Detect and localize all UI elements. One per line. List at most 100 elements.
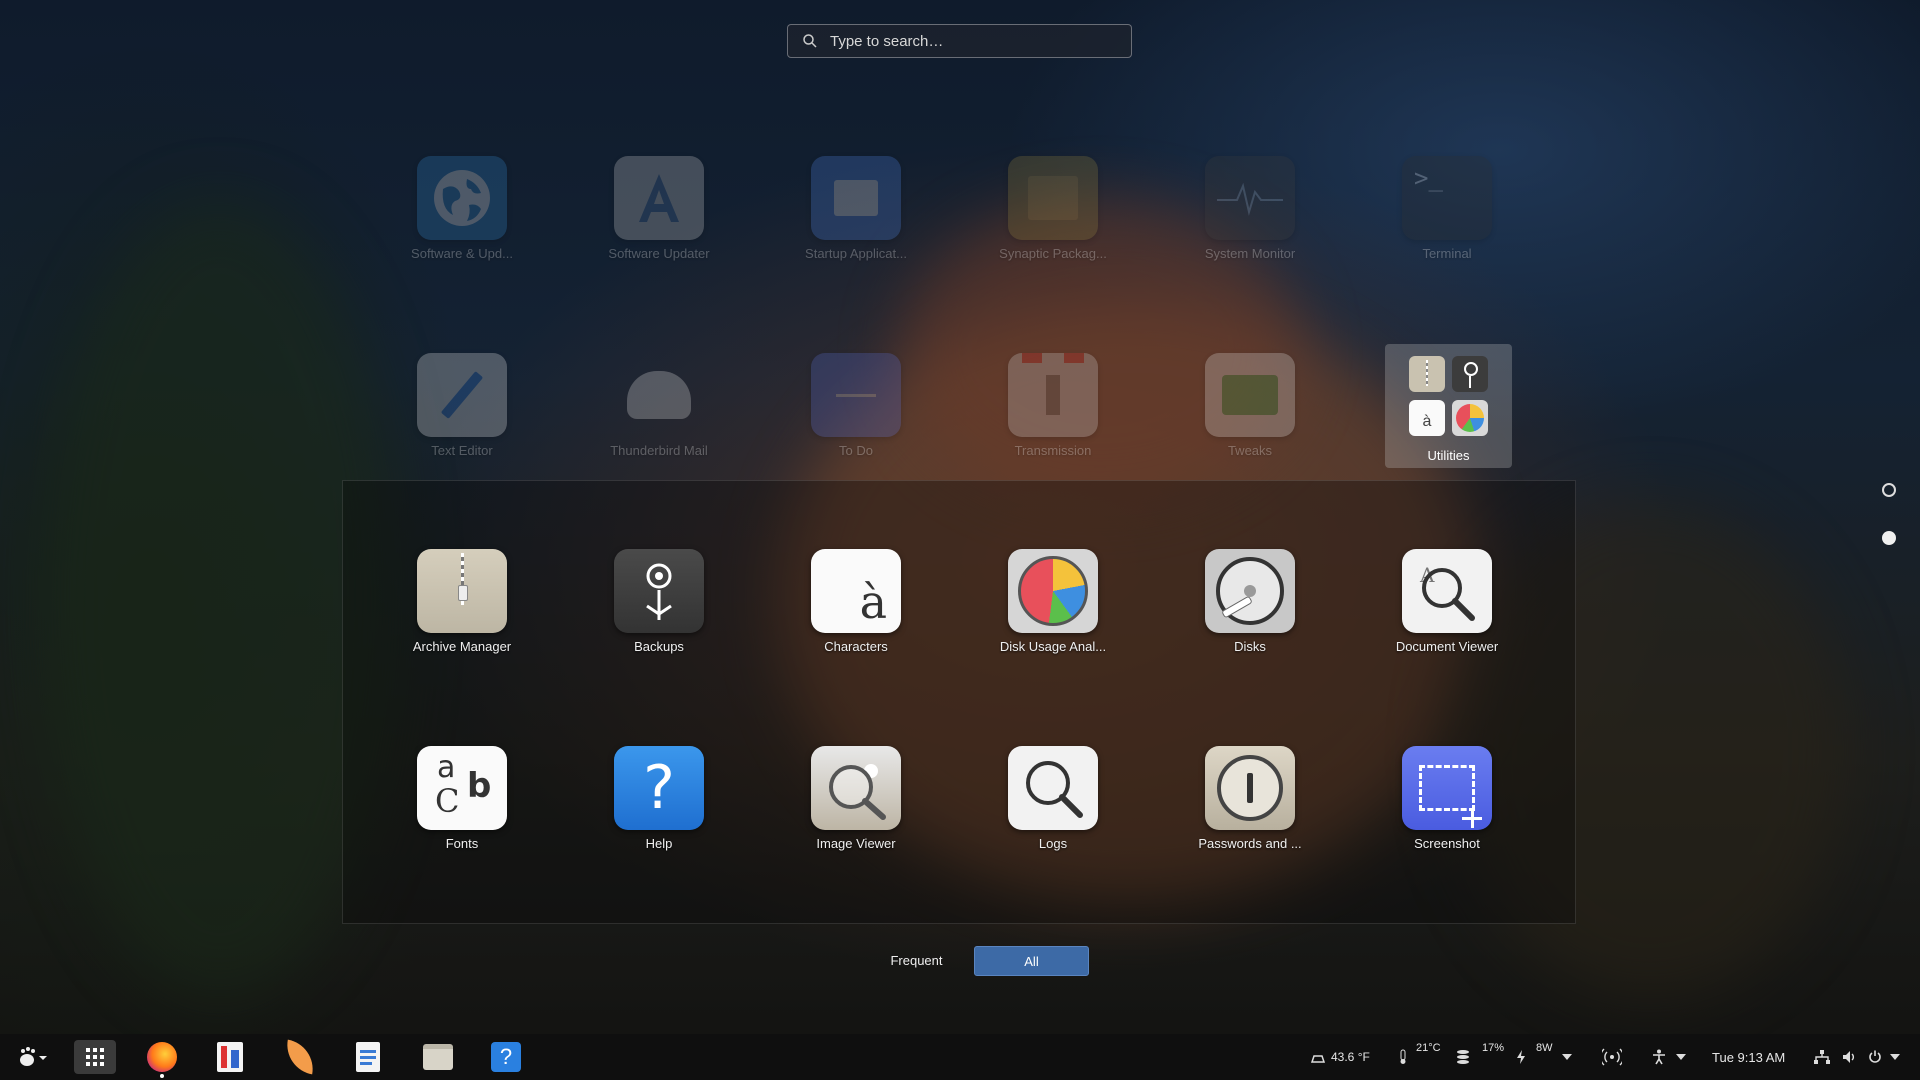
taskbar: ? 43.6 °F 21°C 17% 8W Tue 9:13 AM: [0, 1034, 1920, 1080]
app-terminal[interactable]: >_ Terminal: [1372, 156, 1522, 261]
archive-manager-icon: [1409, 356, 1445, 392]
backups-icon: [614, 549, 704, 633]
files-launcher[interactable]: [416, 1034, 460, 1080]
app-thunderbird[interactable]: Thunderbird Mail: [584, 353, 734, 458]
app-label: Logs: [1038, 836, 1068, 851]
app-tweaks[interactable]: Tweaks: [1175, 353, 1325, 458]
utilities-folder-popup: [342, 480, 1576, 924]
view-switcher: Frequent All: [859, 946, 1089, 976]
app-label: Synaptic Packag...: [999, 246, 1107, 261]
app-archive-manager[interactable]: Archive Manager: [387, 549, 537, 654]
page-dot-2[interactable]: [1882, 531, 1896, 545]
app-passwords[interactable]: Passwords and ...: [1175, 746, 1325, 851]
frequent-tab[interactable]: Frequent: [859, 946, 974, 976]
temperature-indicator[interactable]: 21°C: [1398, 1034, 1441, 1080]
fonts-icon: a C b: [417, 746, 507, 830]
fonts-glyph-c: C: [435, 782, 460, 820]
app-software-updates[interactable]: Software & Upd...: [387, 156, 537, 261]
app-document-viewer[interactable]: A Document Viewer: [1372, 549, 1522, 654]
disk-usage-icon: [1008, 549, 1098, 633]
utilities-folder[interactable]: à Utilities: [1385, 344, 1512, 468]
app-label: Text Editor: [431, 443, 493, 458]
accessibility-menu[interactable]: [1652, 1034, 1686, 1080]
app-software-updater[interactable]: Software Updater: [584, 156, 734, 261]
clock[interactable]: Tue 9:13 AM: [1712, 1034, 1785, 1080]
power-indicator[interactable]: 8W: [1516, 1034, 1553, 1080]
activities-menu[interactable]: [10, 1034, 54, 1080]
memory-icon: [1457, 1050, 1469, 1064]
app-label: Software Updater: [608, 246, 710, 261]
all-tab[interactable]: All: [974, 946, 1089, 976]
thunderbird-icon: [614, 353, 704, 437]
libreoffice-launcher[interactable]: [208, 1034, 252, 1080]
help-icon: ?: [491, 1042, 521, 1072]
app-system-monitor[interactable]: System Monitor: [1175, 156, 1325, 261]
app-label: Help: [645, 836, 673, 851]
search-box[interactable]: [787, 24, 1132, 58]
app-label: Screenshot: [1414, 836, 1480, 851]
globe-icon: [417, 156, 507, 240]
thermometer-icon: [1400, 1049, 1406, 1064]
app-startup-applications[interactable]: Startup Applicat...: [781, 156, 931, 261]
app-synaptic[interactable]: Synaptic Packag...: [978, 156, 1128, 261]
app-disk-usage-analyzer[interactable]: Disk Usage Anal...: [978, 549, 1128, 654]
app-label: Characters: [824, 639, 888, 654]
characters-icon: à: [1409, 400, 1445, 436]
weather-indicator[interactable]: 43.6 °F: [1310, 1034, 1370, 1080]
app-todo[interactable]: To Do: [781, 353, 931, 458]
power-text: 8W: [1536, 1042, 1553, 1054]
app-transmission[interactable]: Transmission: [978, 353, 1128, 458]
passwords-icon: [1205, 746, 1295, 830]
app-backups[interactable]: Backups: [584, 549, 734, 654]
software-updater-icon: [614, 156, 704, 240]
document-icon: [356, 1042, 380, 1072]
app-disks[interactable]: Disks: [1175, 549, 1325, 654]
memory-indicator[interactable]: 17%: [1456, 1034, 1504, 1080]
logs-icon: [1008, 746, 1098, 830]
app-label: Image Viewer: [816, 836, 896, 851]
todo-icon: [811, 353, 901, 437]
gnome-shell-extension-launcher[interactable]: [278, 1034, 322, 1080]
app-help[interactable]: ? Help: [584, 746, 734, 851]
app-image-viewer[interactable]: Image Viewer: [781, 746, 931, 851]
weather-text: 43.6 °F: [1331, 1050, 1370, 1064]
system-menu[interactable]: [1814, 1034, 1900, 1080]
lightning-icon: [1517, 1050, 1525, 1064]
fonts-glyph-b: b: [467, 766, 492, 806]
network-signal-indicator[interactable]: [1602, 1034, 1622, 1080]
app-logs[interactable]: Logs: [978, 746, 1128, 851]
image-viewer-icon: [811, 746, 901, 830]
page-dot-1[interactable]: [1882, 483, 1896, 497]
firefox-launcher[interactable]: [140, 1034, 184, 1080]
help-launcher[interactable]: ?: [484, 1034, 528, 1080]
weather-icon: [1310, 1055, 1326, 1063]
show-apps-button[interactable]: [74, 1040, 116, 1074]
text-editor-launcher[interactable]: [346, 1034, 390, 1080]
screenshot-icon: [1402, 746, 1492, 830]
app-label: Disks: [1234, 639, 1266, 654]
chevron-down-icon: [1676, 1054, 1686, 1060]
archive-manager-icon: [417, 549, 507, 633]
app-label: Tweaks: [1227, 443, 1273, 458]
app-text-editor[interactable]: Text Editor: [387, 353, 537, 458]
app-fonts[interactable]: a C b Fonts: [387, 746, 537, 851]
chevron-down-icon: [1562, 1054, 1572, 1060]
app-label: Terminal: [1422, 246, 1472, 261]
app-screenshot[interactable]: Screenshot: [1372, 746, 1522, 851]
text-editor-icon: [417, 353, 507, 437]
tweaks-icon: [1205, 353, 1295, 437]
office-icon: [217, 1042, 243, 1072]
search-input[interactable]: [828, 31, 1112, 51]
indicator-dropdown[interactable]: [1562, 1034, 1572, 1080]
volume-icon: [1843, 1051, 1854, 1063]
backups-icon: [1452, 356, 1488, 392]
app-label: Backups: [634, 639, 684, 654]
help-icon: ?: [614, 746, 704, 830]
app-label: Document Viewer: [1395, 639, 1499, 654]
cpu-temp-text: 21°C: [1416, 1042, 1441, 1054]
transmission-icon: [1008, 353, 1098, 437]
grid-icon: [86, 1048, 104, 1066]
app-label: Thunderbird Mail: [610, 443, 708, 458]
extension-icon: [282, 1039, 318, 1075]
app-characters[interactable]: à Characters: [781, 549, 931, 654]
